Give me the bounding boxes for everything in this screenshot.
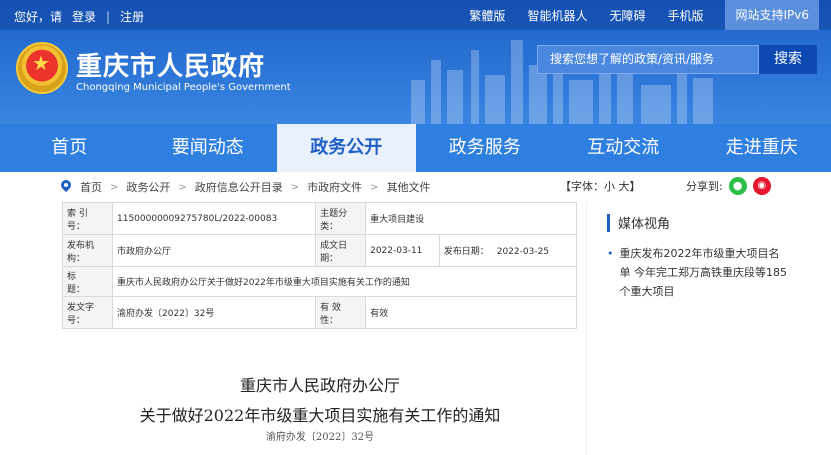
site-subtitle: Chongqing Municipal People's Government <box>76 82 291 93</box>
published-date-cell: 发布日期： 2022-03-25 <box>438 234 578 267</box>
breadcrumb-gov-open[interactable]: 政务公开 <box>126 179 170 195</box>
breadcrumb-home[interactable]: 首页 <box>80 179 102 195</box>
share-bar: 分享到: ● ◉ <box>686 177 771 195</box>
issuer-label: 发布机构： <box>62 234 113 267</box>
bullet-icon: • <box>607 247 614 260</box>
chevron-right-icon: > <box>290 181 300 193</box>
media-view-item[interactable]: • 重庆发布2022年市级重大项目名单 今年完工郑万高铁重庆段等185个重大项目 <box>607 244 787 301</box>
location-pin-icon <box>60 180 72 194</box>
doc-number-label: 发文字号： <box>62 296 113 329</box>
title-value: 重庆市人民政府办公厅关于做好2022年市级重大项目实施有关工作的通知 <box>112 266 577 297</box>
published-date-label: 发布日期： <box>443 247 489 257</box>
published-date-value: 2022-03-25 <box>496 247 550 257</box>
media-view-header: 媒体视角 <box>607 213 670 232</box>
created-date-label: 成文日期： <box>315 234 367 267</box>
document-info-table: 索 引 号： 11500000009275780L/2022-00083 主题分… <box>62 202 578 329</box>
smart-robot-link[interactable]: 智能机器人 <box>527 7 587 24</box>
chevron-right-icon: > <box>370 181 379 193</box>
main-nav: 首页 要闻动态 政务公开 政务服务 互动交流 走进重庆 <box>0 124 831 172</box>
greeting-text: 您好，请 <box>14 10 63 24</box>
validity-value: 有效 <box>365 296 577 329</box>
document-issuer-heading: 重庆市人民政府办公厅 <box>239 376 400 395</box>
top-bar: 您好，请 登录 | 注册 繁體版 智能机器人 无障碍 手机版 网站支持IPv6 <box>0 0 831 30</box>
topic-value: 重大项目建设 <box>365 202 577 235</box>
breadcrumb-other-docs[interactable]: 其他文件 <box>387 179 431 195</box>
separator: | <box>106 9 111 24</box>
search-input[interactable]: 搜索您想了解的政策/资讯/服务 <box>537 45 759 74</box>
nav-news[interactable]: 要闻动态 <box>139 124 278 172</box>
chevron-right-icon: > <box>178 181 187 193</box>
media-view-item-text[interactable]: 重庆发布2022年市级重大项目名单 今年完工郑万高铁重庆段等185个重大项目 <box>620 244 788 301</box>
weibo-icon[interactable]: ◉ <box>752 177 771 195</box>
share-label: 分享到: <box>686 180 723 193</box>
issuer-value: 市政府办公厅 <box>111 234 317 267</box>
validity-label: 有 效 性： <box>315 296 367 329</box>
chevron-right-icon: > <box>110 181 119 193</box>
nav-about-chongqing[interactable]: 走进重庆 <box>693 124 831 172</box>
national-emblem-icon <box>16 42 68 94</box>
index-label: 索 引 号： <box>62 202 113 235</box>
site-header: 您好，请 登录 | 注册 繁體版 智能机器人 无障碍 手机版 网站支持IPv6 … <box>0 0 831 124</box>
wechat-icon[interactable]: ● <box>728 177 747 195</box>
breadcrumb: 首页 > 政务公开 > 政府信息公开目录 > 市政府文件 > 其他文件 <box>60 178 431 196</box>
nav-gov-affairs-open[interactable]: 政务公开 <box>277 124 416 172</box>
search-button[interactable]: 搜索 <box>759 45 817 74</box>
index-value: 11500000009275780L/2022-00083 <box>111 202 317 235</box>
section-marker <box>607 213 610 232</box>
register-link[interactable]: 注册 <box>120 8 144 25</box>
mobile-version-link[interactable]: 手机版 <box>667 7 703 24</box>
nav-interaction[interactable]: 互动交流 <box>554 124 693 172</box>
created-date-value: 2022-03-11 <box>365 234 440 267</box>
title-label: 标 题： <box>62 266 113 297</box>
doc-number-value: 渝府办发〔2022〕32号 <box>111 296 317 329</box>
breadcrumb-city-docs[interactable]: 市政府文件 <box>307 179 362 195</box>
breadcrumb-catalog[interactable]: 政府信息公开目录 <box>195 179 283 195</box>
topic-label: 主题分类： <box>315 202 367 235</box>
nav-gov-services[interactable]: 政务服务 <box>416 124 555 172</box>
font-size-control[interactable]: 【字体：小 大】 <box>560 178 641 194</box>
document-number: 渝府办发〔2022〕32号 <box>265 432 375 443</box>
traditional-chinese-link[interactable]: 繁體版 <box>469 7 505 24</box>
site-title[interactable]: 重庆市人民政府 <box>76 46 265 83</box>
login-link[interactable]: 登录 <box>72 8 96 25</box>
accessibility-link[interactable]: 无障碍 <box>609 7 645 24</box>
media-view-title: 媒体视角 <box>618 217 671 232</box>
nav-home[interactable]: 首页 <box>0 124 139 172</box>
document-title-heading: 关于做好2022年市级重大项目实施有关工作的通知 <box>139 406 501 425</box>
ipv6-badge: 网站支持IPv6 <box>725 0 819 30</box>
